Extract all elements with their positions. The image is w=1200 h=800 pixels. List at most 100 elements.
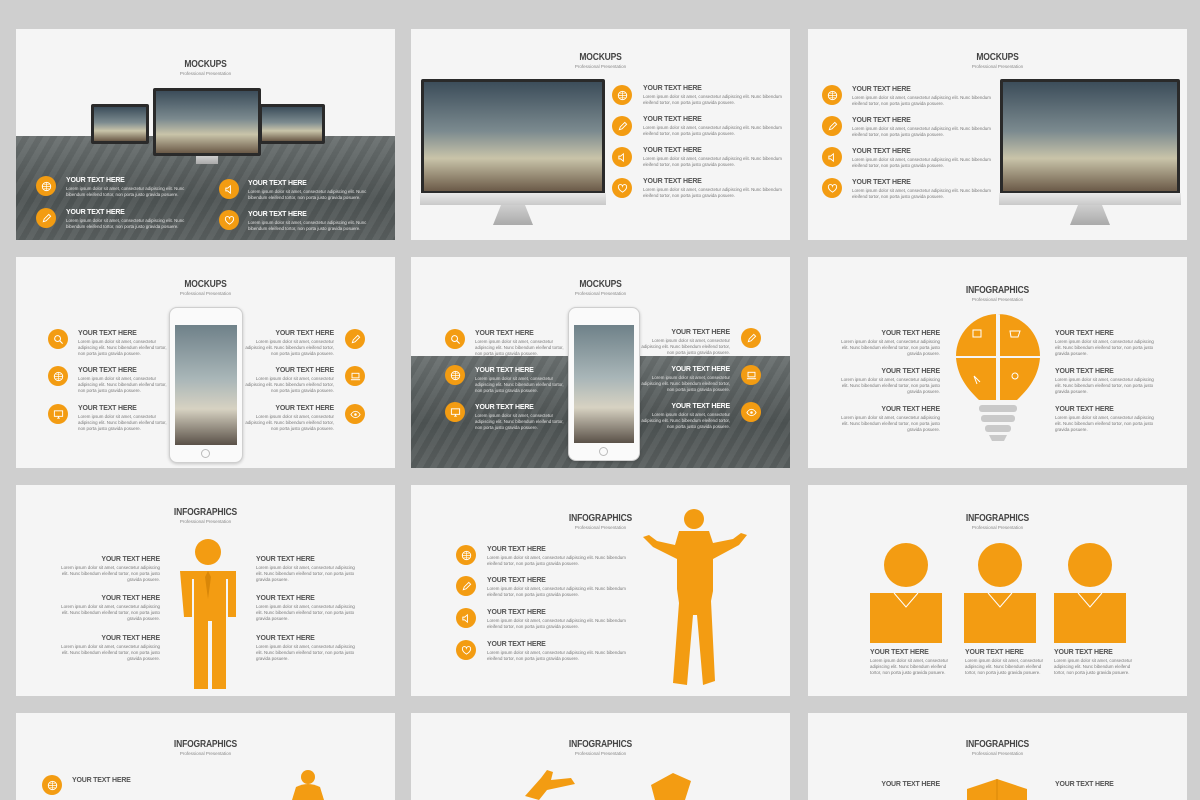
globe-icon xyxy=(456,545,476,565)
text-body: Lorem ipsum dolor sit amet, consectetur … xyxy=(841,377,940,394)
text-block: YOUR TEXT HERE Lorem ipsum dolor sit ame… xyxy=(78,367,170,394)
lightbulb-icon xyxy=(956,314,1040,441)
text-body: Lorem ipsum dolor sit amet, consectetur … xyxy=(870,658,949,675)
text-block: YOUR TEXT HERE xyxy=(1055,781,1155,788)
text-heading: YOUR TEXT HERE xyxy=(101,556,160,563)
text-block: YOUR TEXT HERE Lorem ipsum dolor sit ame… xyxy=(78,405,170,432)
text-body: Lorem ipsum dolor sit amet, consectetur … xyxy=(78,414,167,431)
text-body: Lorem ipsum dolor sit amet, consectetur … xyxy=(1054,658,1133,675)
text-block: YOUR TEXT HERE xyxy=(72,777,172,784)
speaker-icon xyxy=(612,147,632,167)
text-block: YOUR TEXT HERE Lorem ipsum dolor sit ame… xyxy=(840,368,940,395)
text-block: YOUR TEXT HERE Lorem ipsum dolor sit ame… xyxy=(242,367,334,394)
text-heading: YOUR TEXT HERE xyxy=(852,148,911,155)
text-body: Lorem ipsum dolor sit amet, consectetur … xyxy=(643,94,782,105)
text-body: Lorem ipsum dolor sit amet, consectetur … xyxy=(487,618,626,629)
slide-subtitle: Professional Presentation xyxy=(971,64,1024,69)
text-body: Lorem ipsum dolor sit amet, consectetur … xyxy=(66,218,185,229)
text-body: Lorem ipsum dolor sit amet, consectetur … xyxy=(1055,415,1154,432)
text-block: YOUR TEXT HERE Lorem ipsum dolor sit ame… xyxy=(475,330,567,357)
slide-mockups-5[interactable]: MOCKUPS Professional Presentation YOUR T… xyxy=(411,257,790,468)
text-block: YOUR TEXT HERE Lorem ipsum dolor sit ame… xyxy=(643,178,783,199)
text-heading: YOUR TEXT HERE xyxy=(487,609,546,616)
text-heading: YOUR TEXT HERE xyxy=(881,781,940,788)
slide-infographics-partial[interactable]: INFOGRAPHICS Professional Presentation Y… xyxy=(16,713,395,800)
text-block: YOUR TEXT HERE Lorem ipsum dolor sit ame… xyxy=(638,366,730,393)
text-block: YOUR TEXT HERE xyxy=(840,781,940,788)
user-icon xyxy=(964,543,1036,643)
heart-icon xyxy=(456,640,476,660)
person-icon xyxy=(180,539,236,689)
text-body: Lorem ipsum dolor sit amet, consectetur … xyxy=(78,339,167,356)
slide-title: INFOGRAPHICS xyxy=(965,513,1030,524)
text-heading: YOUR TEXT HERE xyxy=(275,367,334,374)
text-body: Lorem ipsum dolor sit amet, consectetur … xyxy=(641,375,730,392)
text-block: YOUR TEXT HERE Lorem ipsum dolor sit ame… xyxy=(475,404,567,431)
text-block: YOUR TEXT HERE Lorem ipsum dolor sit ame… xyxy=(60,556,160,583)
slide-infographics-bulb[interactable]: INFOGRAPHICS Professional Presentation Y… xyxy=(808,257,1187,468)
text-body: Lorem ipsum dolor sit amet, consectetur … xyxy=(61,644,160,661)
cube-icon xyxy=(967,779,1027,800)
pencil-icon xyxy=(456,576,476,596)
slide-mockups-4[interactable]: MOCKUPS Professional Presentation YOUR T… xyxy=(16,257,395,468)
text-heading: YOUR TEXT HERE xyxy=(881,406,940,413)
globe-icon xyxy=(36,176,56,196)
person-silhouette-icon xyxy=(292,770,324,800)
monitor-mockup xyxy=(153,88,261,156)
text-heading: YOUR TEXT HERE xyxy=(1055,781,1114,788)
text-body: Lorem ipsum dolor sit amet, consectetur … xyxy=(1055,339,1154,356)
text-body: Lorem ipsum dolor sit amet, consectetur … xyxy=(256,604,355,621)
globe-icon xyxy=(42,775,62,795)
text-block: YOUR TEXT HERE Lorem ipsum dolor sit ame… xyxy=(487,577,627,598)
text-heading: YOUR TEXT HERE xyxy=(256,595,315,602)
text-block: YOUR TEXT HERE Lorem ipsum dolor sit ame… xyxy=(256,635,356,662)
heart-icon xyxy=(612,178,632,198)
text-body: Lorem ipsum dolor sit amet, consectetur … xyxy=(841,339,940,356)
text-body: Lorem ipsum dolor sit amet, consectetur … xyxy=(245,376,334,393)
slide-mockups-3[interactable]: MOCKUPS Professional Presentation YOUR T… xyxy=(808,29,1187,240)
slide-infographics-partial[interactable]: INFOGRAPHICS Professional Presentation Y… xyxy=(808,713,1187,800)
monitor-mockup xyxy=(420,79,606,205)
text-block: YOUR TEXT HERE Lorem ipsum dolor sit ame… xyxy=(66,177,196,198)
slide-mockups-1[interactable]: MOCKUPS Professional Presentation YOUR T… xyxy=(16,29,395,240)
slide-subtitle: Professional Presentation xyxy=(971,751,1024,756)
text-heading: YOUR TEXT HERE xyxy=(671,403,730,410)
text-body: Lorem ipsum dolor sit amet, consectetur … xyxy=(248,220,367,231)
text-body: Lorem ipsum dolor sit amet, consectetur … xyxy=(475,339,564,356)
text-body: Lorem ipsum dolor sit amet, consectetur … xyxy=(852,126,991,137)
text-heading: YOUR TEXT HERE xyxy=(78,405,137,412)
text-block: YOUR TEXT HERE Lorem ipsum dolor sit ame… xyxy=(643,116,783,137)
text-heading: YOUR TEXT HERE xyxy=(248,211,307,218)
slide-infographics-partial[interactable]: INFOGRAPHICS Professional Presentation xyxy=(411,713,790,800)
text-body: Lorem ipsum dolor sit amet, consectetur … xyxy=(475,413,564,430)
monitor-stand xyxy=(196,156,218,164)
text-block: YOUR TEXT HERE Lorem ipsum dolor sit ame… xyxy=(487,546,627,567)
text-block: YOUR TEXT HERE Lorem ipsum dolor sit ame… xyxy=(248,180,378,201)
text-heading: YOUR TEXT HERE xyxy=(475,367,534,374)
pencil-icon xyxy=(36,208,56,228)
text-heading: YOUR TEXT HERE xyxy=(643,147,702,154)
laptop-icon xyxy=(741,365,761,385)
slide-infographics-person[interactable]: INFOGRAPHICS Professional Presentation Y… xyxy=(16,485,395,696)
text-body: Lorem ipsum dolor sit amet, consectetur … xyxy=(643,156,782,167)
text-body: Lorem ipsum dolor sit amet, consectetur … xyxy=(248,189,367,200)
laptop-icon xyxy=(345,366,365,386)
text-body: Lorem ipsum dolor sit amet, consectetur … xyxy=(61,565,160,582)
slide-subtitle: Professional Presentation xyxy=(574,751,627,756)
slide-infographics-businessman[interactable]: INFOGRAPHICS Professional Presentation Y… xyxy=(411,485,790,696)
monitor-mockup xyxy=(999,79,1181,205)
slide-title: MOCKUPS xyxy=(579,52,622,63)
slide-title: MOCKUPS xyxy=(184,279,227,290)
text-heading: YOUR TEXT HERE xyxy=(881,368,940,375)
text-body: Lorem ipsum dolor sit amet, consectetur … xyxy=(256,644,355,661)
search-icon xyxy=(48,329,68,349)
text-block: YOUR TEXT HERE Lorem ipsum dolor sit ame… xyxy=(852,179,992,200)
text-heading: YOUR TEXT HERE xyxy=(475,404,534,411)
text-body: Lorem ipsum dolor sit amet, consectetur … xyxy=(487,650,626,661)
text-heading: YOUR TEXT HERE xyxy=(965,649,1024,656)
text-block: YOUR TEXT HERE Lorem ipsum dolor sit ame… xyxy=(852,86,992,107)
monitor-stand xyxy=(1070,205,1110,225)
slide-mockups-2[interactable]: MOCKUPS Professional Presentation YOUR T… xyxy=(411,29,790,240)
text-body: Lorem ipsum dolor sit amet, consectetur … xyxy=(245,339,334,356)
slide-infographics-team[interactable]: INFOGRAPHICS Professional Presentation Y… xyxy=(808,485,1187,696)
